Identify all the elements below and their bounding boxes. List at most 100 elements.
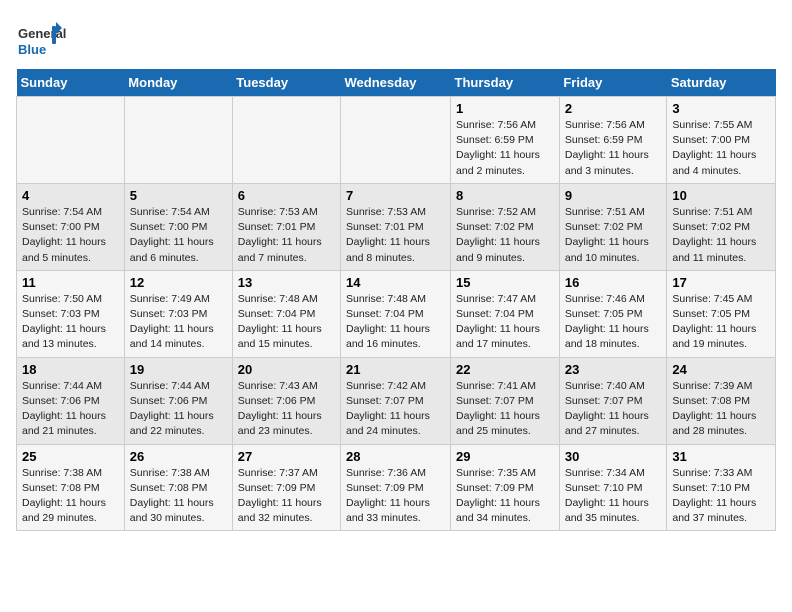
calendar-week-row: 4 Sunrise: 7:54 AM Sunset: 7:00 PM Daylig… (17, 183, 776, 270)
day-info: Sunrise: 7:46 AM Sunset: 7:05 PM Dayligh… (565, 292, 662, 353)
calendar-day-cell: 24Sunrise: 7:39 AM Sunset: 7:08 PM Dayli… (667, 357, 776, 444)
day-info: Sunrise: 7:44 AM Sunset: 7:06 PM Dayligh… (22, 379, 119, 440)
day-info: Sunrise: 7:41 AM Sunset: 7:07 PM Dayligh… (456, 379, 554, 440)
day-info: Sunrise: 7:50 AM Sunset: 7:03 PM Dayligh… (22, 292, 119, 353)
day-number: 29 (456, 449, 554, 464)
day-info: Sunrise: 7:53 AM Sunset: 7:01 PM Dayligh… (238, 205, 335, 266)
calendar-day-cell: 7Sunrise: 7:53 AM Sunset: 7:01 PM Daylig… (341, 183, 451, 270)
calendar-week-row: 25 Sunrise: 7:38 AM Sunset: 7:08 PM Dayli… (17, 444, 776, 531)
day-info: Sunrise: 7:51 AM Sunset: 7:02 PM Dayligh… (672, 205, 770, 266)
day-number: 12 (130, 275, 227, 290)
day-number: 27 (238, 449, 335, 464)
day-number: 8 (456, 188, 554, 203)
day-number: 23 (565, 362, 662, 377)
day-info: Sunrise: 7:54 AM Sunset: 7:00 PM Dayligh… (22, 205, 119, 266)
day-info: Sunrise: 7:38 AM Sunset: 7:08 PM Dayligh… (130, 466, 227, 527)
day-info: Sunrise: 7:52 AM Sunset: 7:02 PM Dayligh… (456, 205, 554, 266)
day-number: 1 (456, 101, 554, 116)
calendar-day-cell: 11 Sunrise: 7:50 AM Sunset: 7:03 PM Dayli… (17, 270, 125, 357)
day-info: Sunrise: 7:37 AM Sunset: 7:09 PM Dayligh… (238, 466, 335, 527)
day-info: Sunrise: 7:35 AM Sunset: 7:09 PM Dayligh… (456, 466, 554, 527)
calendar-day-cell (17, 97, 125, 184)
day-number: 22 (456, 362, 554, 377)
calendar-week-row: 18 Sunrise: 7:44 AM Sunset: 7:06 PM Dayli… (17, 357, 776, 444)
day-number: 5 (130, 188, 227, 203)
calendar-day-cell: 17 Sunrise: 7:45 AM Sunset: 7:05 PM Dayli… (667, 270, 776, 357)
day-number: 26 (130, 449, 227, 464)
day-info: Sunrise: 7:33 AM Sunset: 7:10 PM Dayligh… (672, 466, 770, 527)
day-info: Sunrise: 7:34 AM Sunset: 7:10 PM Dayligh… (565, 466, 662, 527)
day-info: Sunrise: 7:54 AM Sunset: 7:00 PM Dayligh… (130, 205, 227, 266)
day-info: Sunrise: 7:44 AM Sunset: 7:06 PM Dayligh… (130, 379, 227, 440)
calendar-day-cell: 13 Sunrise: 7:48 AM Sunset: 7:04 PM Dayli… (232, 270, 340, 357)
day-info: Sunrise: 7:47 AM Sunset: 7:04 PM Dayligh… (456, 292, 554, 353)
day-info: Sunrise: 7:48 AM Sunset: 7:04 PM Dayligh… (346, 292, 445, 353)
calendar-day-cell: 30 Sunrise: 7:34 AM Sunset: 7:10 PM Dayli… (559, 444, 667, 531)
calendar-day-cell: 9Sunrise: 7:51 AM Sunset: 7:02 PM Daylig… (559, 183, 667, 270)
day-number: 31 (672, 449, 770, 464)
day-info: Sunrise: 7:56 AM Sunset: 6:59 PM Dayligh… (456, 118, 554, 179)
weekday-header-wednesday: Wednesday (341, 69, 451, 97)
calendar-day-cell (341, 97, 451, 184)
calendar-day-cell: 12 Sunrise: 7:49 AM Sunset: 7:03 PM Dayli… (124, 270, 232, 357)
svg-text:Blue: Blue (18, 42, 46, 57)
weekday-header-thursday: Thursday (451, 69, 560, 97)
day-number: 11 (22, 275, 119, 290)
calendar-day-cell (232, 97, 340, 184)
weekday-header-friday: Friday (559, 69, 667, 97)
day-number: 30 (565, 449, 662, 464)
day-number: 13 (238, 275, 335, 290)
calendar-day-cell: 26 Sunrise: 7:38 AM Sunset: 7:08 PM Dayli… (124, 444, 232, 531)
day-info: Sunrise: 7:49 AM Sunset: 7:03 PM Dayligh… (130, 292, 227, 353)
day-info: Sunrise: 7:56 AM Sunset: 6:59 PM Dayligh… (565, 118, 662, 179)
day-number: 7 (346, 188, 445, 203)
calendar-day-cell: 10Sunrise: 7:51 AM Sunset: 7:02 PM Dayli… (667, 183, 776, 270)
calendar-day-cell: 6 Sunrise: 7:53 AM Sunset: 7:01 PM Daylig… (232, 183, 340, 270)
calendar-day-cell: 25 Sunrise: 7:38 AM Sunset: 7:08 PM Dayli… (17, 444, 125, 531)
day-info: Sunrise: 7:38 AM Sunset: 7:08 PM Dayligh… (22, 466, 119, 527)
calendar-day-cell: 2 Sunrise: 7:56 AM Sunset: 6:59 PM Daylig… (559, 97, 667, 184)
calendar-day-cell: 29 Sunrise: 7:35 AM Sunset: 7:09 PM Dayli… (451, 444, 560, 531)
day-number: 17 (672, 275, 770, 290)
day-number: 14 (346, 275, 445, 290)
day-number: 2 (565, 101, 662, 116)
day-number: 4 (22, 188, 119, 203)
calendar-day-cell: 1 Sunrise: 7:56 AM Sunset: 6:59 PM Daylig… (451, 97, 560, 184)
day-number: 21 (346, 362, 445, 377)
calendar-day-cell: 19 Sunrise: 7:44 AM Sunset: 7:06 PM Dayli… (124, 357, 232, 444)
calendar-day-cell: 14 Sunrise: 7:48 AM Sunset: 7:04 PM Dayli… (341, 270, 451, 357)
page-header: General Blue (16, 16, 776, 61)
calendar-day-cell: 18 Sunrise: 7:44 AM Sunset: 7:06 PM Dayli… (17, 357, 125, 444)
calendar-day-cell: 31 Sunrise: 7:33 AM Sunset: 7:10 PM Dayli… (667, 444, 776, 531)
day-number: 28 (346, 449, 445, 464)
calendar-day-cell: 16 Sunrise: 7:46 AM Sunset: 7:05 PM Dayli… (559, 270, 667, 357)
weekday-header-saturday: Saturday (667, 69, 776, 97)
calendar-day-cell: 21 Sunrise: 7:42 AM Sunset: 7:07 PM Dayli… (341, 357, 451, 444)
day-info: Sunrise: 7:43 AM Sunset: 7:06 PM Dayligh… (238, 379, 335, 440)
day-number: 16 (565, 275, 662, 290)
calendar-day-cell: 4 Sunrise: 7:54 AM Sunset: 7:00 PM Daylig… (17, 183, 125, 270)
calendar-day-cell: 8 Sunrise: 7:52 AM Sunset: 7:02 PM Daylig… (451, 183, 560, 270)
day-info: Sunrise: 7:45 AM Sunset: 7:05 PM Dayligh… (672, 292, 770, 353)
calendar-day-cell (124, 97, 232, 184)
calendar-week-row: 1 Sunrise: 7:56 AM Sunset: 6:59 PM Daylig… (17, 97, 776, 184)
day-number: 20 (238, 362, 335, 377)
day-number: 3 (672, 101, 770, 116)
day-number: 25 (22, 449, 119, 464)
day-info: Sunrise: 7:42 AM Sunset: 7:07 PM Dayligh… (346, 379, 445, 440)
day-number: 18 (22, 362, 119, 377)
weekday-header-monday: Monday (124, 69, 232, 97)
weekday-header-sunday: Sunday (17, 69, 125, 97)
weekday-header-tuesday: Tuesday (232, 69, 340, 97)
weekday-header-row: SundayMondayTuesdayWednesdayThursdayFrid… (17, 69, 776, 97)
calendar-day-cell: 20 Sunrise: 7:43 AM Sunset: 7:06 PM Dayli… (232, 357, 340, 444)
day-number: 19 (130, 362, 227, 377)
calendar-week-row: 11 Sunrise: 7:50 AM Sunset: 7:03 PM Dayli… (17, 270, 776, 357)
logo-icon: General Blue (16, 16, 66, 61)
calendar-day-cell: 22 Sunrise: 7:41 AM Sunset: 7:07 PM Dayli… (451, 357, 560, 444)
day-number: 6 (238, 188, 335, 203)
calendar-day-cell: 15 Sunrise: 7:47 AM Sunset: 7:04 PM Dayli… (451, 270, 560, 357)
day-info: Sunrise: 7:48 AM Sunset: 7:04 PM Dayligh… (238, 292, 335, 353)
day-number: 15 (456, 275, 554, 290)
calendar-day-cell: 28Sunrise: 7:36 AM Sunset: 7:09 PM Dayli… (341, 444, 451, 531)
